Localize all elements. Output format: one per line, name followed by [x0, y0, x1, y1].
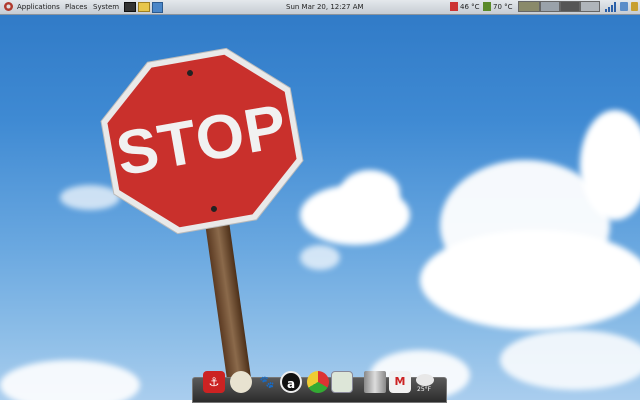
clock-app-icon[interactable]	[230, 371, 252, 393]
help-launcher-icon[interactable]	[152, 2, 163, 13]
cloud	[500, 330, 640, 390]
amarok-app-icon[interactable]: a	[280, 371, 302, 393]
workspace-1[interactable]	[518, 1, 540, 12]
cloud	[300, 245, 340, 270]
cloud	[420, 230, 640, 330]
gmail-app-icon[interactable]: M	[389, 371, 411, 393]
cloud	[340, 170, 400, 215]
cloud	[0, 360, 140, 400]
cpu-temp: 46 °C	[460, 3, 480, 11]
clock[interactable]: Sun Mar 20, 12:27 AM	[286, 2, 364, 12]
menu-places[interactable]: Places	[65, 2, 87, 12]
gpu-temp-icon	[483, 2, 491, 11]
chrome-app-icon[interactable]	[307, 371, 329, 393]
trash-icon[interactable]	[364, 371, 386, 393]
stop-sign-text: STOP	[111, 91, 293, 190]
volume-icon[interactable]	[620, 2, 628, 11]
weather-temp: 25°F	[417, 386, 432, 393]
anchor-app-icon[interactable]: ⚓	[203, 371, 225, 393]
cpu-temp-icon	[450, 2, 458, 11]
stop-sign: STOP	[90, 36, 314, 245]
distro-logo-icon[interactable]	[3, 1, 14, 15]
power-icon[interactable]	[631, 2, 638, 11]
workspace-3[interactable]	[560, 1, 580, 12]
top-panel: Applications Places System Sun Mar 20, 1…	[0, 0, 640, 15]
menu-system[interactable]: System	[93, 2, 119, 12]
gpu-temp: 70 °C	[493, 3, 513, 11]
gimp-app-icon[interactable]: 🐾	[256, 371, 278, 393]
terminal-launcher-icon[interactable]	[124, 2, 136, 12]
workspace-2[interactable]	[540, 1, 560, 12]
menu-applications[interactable]: Applications	[17, 2, 60, 12]
folder-launcher-icon[interactable]	[138, 2, 150, 12]
desktop-wallpaper: STOP	[0, 0, 640, 400]
workspace-4[interactable]	[580, 1, 600, 12]
network-signal-icon[interactable]	[605, 2, 617, 15]
screenshot-app-icon[interactable]	[331, 371, 353, 393]
